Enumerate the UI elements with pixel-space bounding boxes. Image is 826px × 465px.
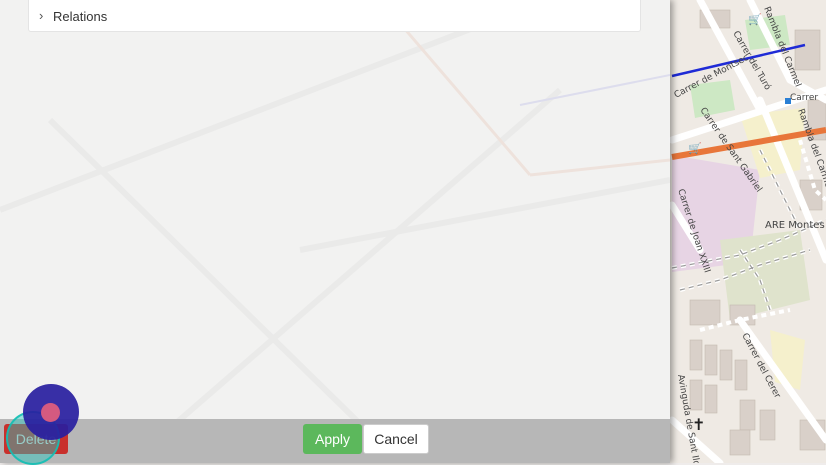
- bus-stop-icon: [785, 98, 791, 104]
- map-label-carrer-short: Carrer: [790, 93, 818, 103]
- feature-editor-panel: › Relations Delete Apply Cancel: [0, 0, 670, 463]
- church-icon: ✝: [692, 417, 705, 434]
- shop-icon: 🛒: [748, 13, 762, 26]
- chevron-right-icon: ›: [39, 8, 44, 23]
- shop-icon-2: 🛒: [688, 142, 702, 155]
- touch-indicator-dot: [41, 403, 60, 422]
- bottom-action-bar: Delete Apply Cancel: [0, 419, 670, 463]
- cancel-button[interactable]: Cancel: [363, 424, 429, 454]
- faded-map-background: [0, 0, 670, 463]
- apply-button[interactable]: Apply: [303, 424, 362, 454]
- relations-section-toggle[interactable]: › Relations: [28, 0, 641, 32]
- map-label-are: ARE Montes: [765, 220, 825, 231]
- relations-label: Relations: [53, 9, 108, 24]
